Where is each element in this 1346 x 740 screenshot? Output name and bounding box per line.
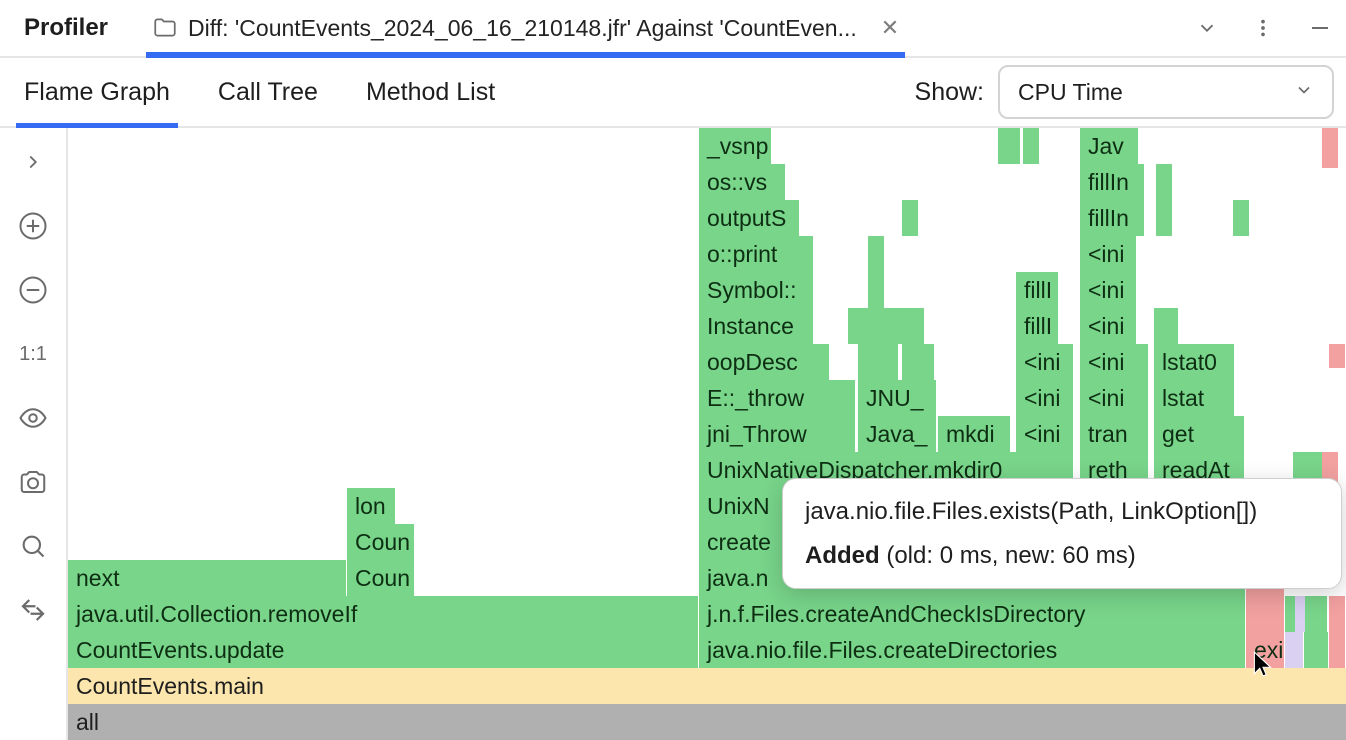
flame-frame[interactable]: java.util.Collection.removeIf	[68, 596, 698, 632]
close-icon[interactable]: ✕	[881, 15, 899, 41]
flame-frame[interactable]: lon	[347, 488, 395, 524]
flame-frame[interactable]	[1304, 632, 1328, 668]
flame-frame[interactable]	[1329, 344, 1345, 368]
titlebar-actions	[1196, 16, 1332, 40]
flame-frame[interactable]: <ini	[1016, 380, 1073, 416]
flame-frame[interactable]: tran	[1080, 416, 1148, 452]
flame-frame[interactable]: <ini	[1080, 380, 1148, 416]
tooltip-title: java.nio.file.Files.exists(Path, LinkOpt…	[805, 495, 1319, 529]
chevron-down-icon	[1294, 79, 1314, 106]
flame-frame[interactable]	[1329, 596, 1345, 632]
flame-frame[interactable]: fillIn	[1080, 200, 1144, 236]
flame-frame[interactable]: lstat0	[1154, 344, 1234, 380]
flame-frame[interactable]	[1023, 128, 1039, 164]
flame-frame[interactable]: Jav	[1080, 128, 1138, 164]
flame-frame[interactable]	[1156, 200, 1172, 236]
kebab-icon[interactable]	[1252, 17, 1274, 39]
tooltip: java.nio.file.Files.exists(Path, LinkOpt…	[782, 478, 1342, 589]
flame-frame[interactable]: Instance	[699, 308, 813, 344]
flame-frame[interactable]: <ini	[1080, 344, 1148, 380]
flame-frame[interactable]: fillI	[1016, 308, 1058, 344]
profiler-title: Profiler	[24, 14, 108, 42]
tab-flame-graph[interactable]: Flame Graph	[24, 58, 170, 126]
flame-frame[interactable]	[902, 200, 918, 236]
flame-frame[interactable]: <ini	[1016, 416, 1073, 452]
flame-frame[interactable]	[868, 272, 884, 308]
flame-frame[interactable]	[878, 344, 898, 380]
flame-frame[interactable]: E::_throw	[699, 380, 855, 416]
eye-icon[interactable]	[15, 400, 51, 436]
flame-frame[interactable]	[893, 308, 909, 344]
flame-frame[interactable]: j.n.f.Files.createAndCheckIsDirectory	[699, 596, 1245, 632]
flame-frame[interactable]: jni_Throw	[699, 416, 855, 452]
flame-frame[interactable]	[1156, 164, 1172, 200]
flame-frame[interactable]	[1233, 200, 1249, 236]
flame-frame[interactable]	[868, 236, 884, 272]
title-bar: Profiler Diff: 'CountEvents_2024_06_16_2…	[0, 0, 1346, 58]
tooltip-added-label: Added	[805, 542, 880, 569]
flame-frame[interactable]	[902, 344, 934, 380]
flame-frame[interactable]: oopDesc	[699, 344, 829, 380]
flame-frame[interactable]: os::vs	[699, 164, 785, 200]
folder-icon	[152, 15, 178, 41]
show-selected-value: CPU Time	[1018, 79, 1123, 106]
minimize-icon[interactable]	[1308, 16, 1332, 40]
chevron-down-icon[interactable]	[1196, 17, 1218, 39]
flame-frame[interactable]: Symbol::	[699, 272, 813, 308]
flame-frame[interactable]	[1322, 128, 1338, 168]
tooltip-added-rest: (old: 0 ms, new: 60 ms)	[880, 542, 1136, 569]
flame-frame[interactable]: Coun	[347, 560, 414, 596]
flame-frame[interactable]: CountEvents.update	[68, 632, 698, 668]
flame-frame[interactable]: <ini	[1016, 344, 1073, 380]
flame-frame[interactable]	[1246, 596, 1284, 632]
flame-frame[interactable]: fillIn	[1080, 164, 1144, 200]
flame-frame[interactable]: next	[68, 560, 346, 596]
remove-icon[interactable]	[15, 272, 51, 308]
camera-icon[interactable]	[15, 464, 51, 500]
flame-frame[interactable]: <ini	[1080, 272, 1136, 308]
flame-frame[interactable]: java.nio.file.Files.createDirectories	[699, 632, 1245, 668]
view-tabs-row: Flame Graph Call Tree Method List Show: …	[0, 58, 1346, 128]
flame-frame[interactable]: get	[1154, 416, 1244, 452]
tab-call-tree[interactable]: Call Tree	[218, 58, 318, 126]
flame-frame[interactable]: Coun	[347, 524, 414, 560]
flame-frame[interactable]: _vsnp	[699, 128, 771, 164]
flame-frame[interactable]	[863, 308, 879, 344]
flame-frame[interactable]	[878, 308, 894, 344]
flame-frame[interactable]: all	[68, 704, 1346, 740]
flame-frame[interactable]: mkdi	[938, 416, 1010, 452]
flame-frame[interactable]: CountEvents.main	[68, 668, 1346, 704]
flame-frame[interactable]	[1329, 632, 1345, 668]
tab-method-list[interactable]: Method List	[366, 58, 495, 126]
flame-frame[interactable]: fillI	[1016, 272, 1058, 308]
search-icon[interactable]	[15, 528, 51, 564]
side-toolbar: 1:1	[0, 128, 68, 740]
flame-frame[interactable]: outputS	[699, 200, 799, 236]
flame-frame[interactable]: <ini	[1080, 308, 1136, 344]
flame-frame[interactable]: <ini	[1080, 236, 1136, 272]
flame-frame[interactable]: Java_	[858, 416, 936, 452]
flame-frame[interactable]	[1154, 308, 1178, 344]
flame-frame[interactable]	[1285, 632, 1303, 668]
flame-frame[interactable]	[908, 308, 924, 344]
flame-frame[interactable]	[998, 128, 1020, 164]
flame-graph-canvas[interactable]: all CountEvents.main CountEvents.update …	[68, 128, 1346, 740]
reset-zoom-button[interactable]: 1:1	[15, 336, 51, 372]
show-label: Show:	[915, 78, 984, 107]
flame-frame[interactable]: lstat	[1154, 380, 1234, 416]
file-tab-text: Diff: 'CountEvents_2024_06_16_210148.jfr…	[188, 15, 857, 42]
file-tab[interactable]: Diff: 'CountEvents_2024_06_16_210148.jfr…	[152, 0, 899, 56]
flame-frame[interactable]: o::print	[699, 236, 813, 272]
cursor-icon	[1252, 650, 1274, 678]
show-select[interactable]: CPU Time	[998, 65, 1334, 119]
add-icon[interactable]	[15, 208, 51, 244]
chevron-right-icon[interactable]	[15, 144, 51, 180]
flame-frame[interactable]	[848, 308, 864, 344]
compare-icon[interactable]	[15, 592, 51, 628]
flame-frame[interactable]: JNU_	[858, 380, 936, 416]
flame-frame[interactable]	[1305, 596, 1327, 632]
